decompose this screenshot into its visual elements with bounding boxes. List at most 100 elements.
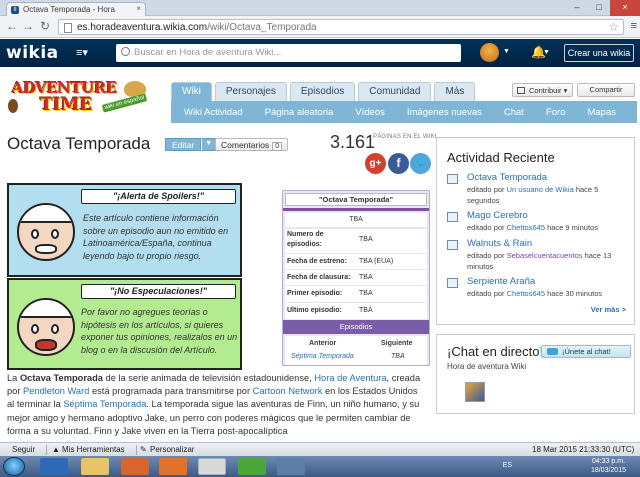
share-button[interactable]: Compartir (577, 83, 635, 97)
edit-button[interactable]: Editar (165, 138, 202, 151)
tab-comunidad[interactable]: Comunidad (358, 82, 432, 101)
google-plus-icon[interactable]: g+ (365, 153, 386, 174)
edit-button-group: Editar ▼ (165, 138, 217, 151)
hamburger-menu-icon[interactable]: ≡▾ (76, 46, 88, 59)
link-hora-de-aventura[interactable]: Hora de Aventura (314, 373, 386, 383)
tools-menu-chevron-icon[interactable]: ▲ (52, 445, 60, 454)
recent-activity-title: Actividad Reciente (447, 150, 555, 165)
clock-date: 18/03/2015 (590, 466, 626, 474)
back-icon[interactable]: ← (6, 19, 18, 33)
page-count: 3.161 (330, 132, 376, 152)
my-tools-button[interactable]: Mis Herramientas (62, 445, 125, 454)
language-indicator[interactable]: ES (503, 462, 512, 469)
subnav-item[interactable]: Chat (504, 107, 524, 118)
browser-menu-icon[interactable]: ≡ (631, 20, 637, 32)
community-logo[interactable]: ADVENTURE TIME wiki en español (6, 77, 156, 121)
chat-bubble-icon (547, 348, 558, 355)
minimize-icon[interactable]: – (566, 0, 588, 16)
subnav-item[interactable]: Vídeos (355, 107, 385, 118)
chevron-down-icon[interactable]: ▼ (503, 48, 510, 55)
infobox-row: Fecha de estreno: TBA (EUA) (285, 254, 427, 269)
contribute-button[interactable]: Contribuir ▾ (512, 83, 573, 97)
prev-season-link[interactable]: Séptima Temporada (291, 353, 354, 360)
link-septima-temporada[interactable]: Séptima Temporada (63, 399, 146, 409)
maximize-icon[interactable]: □ (588, 0, 610, 16)
character-figure (8, 99, 18, 113)
next-season-value: TBA (391, 353, 405, 360)
user-avatar[interactable] (480, 43, 499, 62)
browser-tab[interactable]: II Octava Temporada - Hora × (6, 2, 146, 16)
chat-module: ¡Chat en directo! ¡Únete al chat! Hora d… (436, 334, 635, 414)
subnav-item[interactable]: Mapas (587, 107, 616, 118)
windows-start-icon[interactable] (3, 457, 25, 476)
subnav-item[interactable]: Imágenes nuevas (407, 107, 482, 118)
twitter-icon[interactable]: 🐦 (410, 153, 431, 174)
forward-icon[interactable]: → (22, 19, 34, 33)
app-taskbar-icon[interactable] (277, 458, 305, 475)
activity-user-link[interactable]: Chettos645 (507, 289, 545, 298)
url-path: /wiki/Octava_Temporada (207, 22, 317, 33)
media-player-taskbar-icon[interactable] (121, 458, 149, 475)
chrome-taskbar-icon[interactable] (198, 458, 226, 475)
tab-title: Octava Temporada - Hora (23, 5, 115, 14)
wikia-logo[interactable]: wikia (6, 43, 59, 63)
contribute-label: Contribuir (529, 86, 562, 95)
subnav-item[interactable]: Foro (546, 107, 566, 118)
infobox-row: Primer episodio: TBA (285, 286, 427, 302)
reload-icon[interactable]: ↻ (40, 19, 50, 33)
spoiler-text: Este artículo contiene información sobre… (83, 213, 229, 261)
activity-user-link[interactable]: Un usuario de Wikia (507, 185, 574, 194)
see-more-link[interactable]: Ver más > (591, 305, 626, 314)
link-cartoon-network[interactable]: Cartoon Network (253, 386, 323, 396)
tab-wiki[interactable]: Wiki (171, 82, 212, 101)
favicon-icon: II (11, 6, 19, 14)
activity-page-link[interactable]: Octava Temporada (467, 172, 547, 183)
activity-user-link[interactable]: Chettos645 (507, 223, 545, 232)
join-chat-button[interactable]: ¡Únete al chat! (541, 345, 631, 358)
link-pendleton-ward[interactable]: Pendleton Ward (23, 386, 89, 396)
activity-user-link[interactable]: Sebaselcuentacuentos (507, 251, 583, 260)
speculation-text: Por favor no agregues teorías o hipótesi… (81, 307, 238, 355)
bookmark-star-icon[interactable]: ☆ (608, 20, 619, 34)
chevron-down-icon[interactable]: ▼ (543, 49, 550, 56)
page-count-label: PÁGINAS EN EL WIKI (373, 134, 437, 140)
tab-personajes[interactable]: Personajes (214, 82, 287, 101)
create-wiki-button[interactable]: Crear una wikia (564, 44, 634, 62)
spoiler-notice: "¡Alerta de Spoilers!" Este artículo con… (7, 183, 242, 277)
ie-taskbar-icon[interactable] (40, 458, 68, 475)
spoiler-title: "¡Alerta de Spoilers!" (81, 189, 236, 204)
activity-page-link[interactable]: Walnuts & Rain (467, 238, 532, 249)
subnav-item[interactable]: Wiki Actividad (184, 107, 243, 118)
edit-icon (447, 240, 458, 250)
tab-mas[interactable]: Más (434, 82, 476, 101)
activity-page-link[interactable]: Mago Cerebro (467, 210, 528, 221)
firefox-taskbar-icon[interactable] (159, 458, 187, 475)
customize-button[interactable]: Personalizar (150, 445, 194, 454)
utorrent-taskbar-icon[interactable] (238, 458, 266, 475)
activity-page-link[interactable]: Serpiente Araña (467, 276, 535, 287)
explorer-taskbar-icon[interactable] (81, 458, 109, 475)
follow-button[interactable]: Seguir (12, 445, 35, 454)
infobox-image-alt: TBA (349, 216, 363, 223)
search-input[interactable]: Buscar en Hora de aventura Wiki... (116, 44, 461, 62)
edit-dropdown-icon[interactable]: ▼ (201, 138, 217, 151)
customize-gear-icon[interactable]: ✎ (140, 445, 147, 454)
subnav-item[interactable]: Página aleatoria (265, 107, 334, 118)
prev-label: Anterior (309, 340, 337, 347)
chat-user-avatar[interactable] (465, 382, 485, 402)
comments-label: Comentarios (221, 140, 270, 150)
comments-count: 0 (272, 142, 283, 151)
close-tab-icon[interactable]: × (136, 4, 141, 13)
chat-wiki-name: Hora de aventura Wiki (447, 362, 527, 371)
wikia-bottom-toolbar: Seguir ▲ Mis Herramientas ✎ Personalizar… (0, 442, 640, 456)
comments-button[interactable]: Comentarios 0 (215, 138, 289, 151)
search-placeholder: Buscar en Hora de aventura Wiki... (134, 47, 282, 58)
url-input[interactable]: es.horadeaventura.wikia.com/wiki/Octava_… (58, 19, 624, 35)
infobox-row: Fecha de clausura: TBA (285, 270, 427, 285)
tab-episodios[interactable]: Episodios (289, 82, 356, 101)
clock[interactable]: 04:33 p.m. 18/03/2015 (591, 458, 626, 475)
facebook-icon[interactable]: f (388, 153, 409, 174)
timestamp: 18 Mar 2015 21:33:30 (UTC) (532, 445, 635, 454)
page-icon (64, 23, 72, 33)
close-window-icon[interactable]: × (610, 0, 640, 16)
